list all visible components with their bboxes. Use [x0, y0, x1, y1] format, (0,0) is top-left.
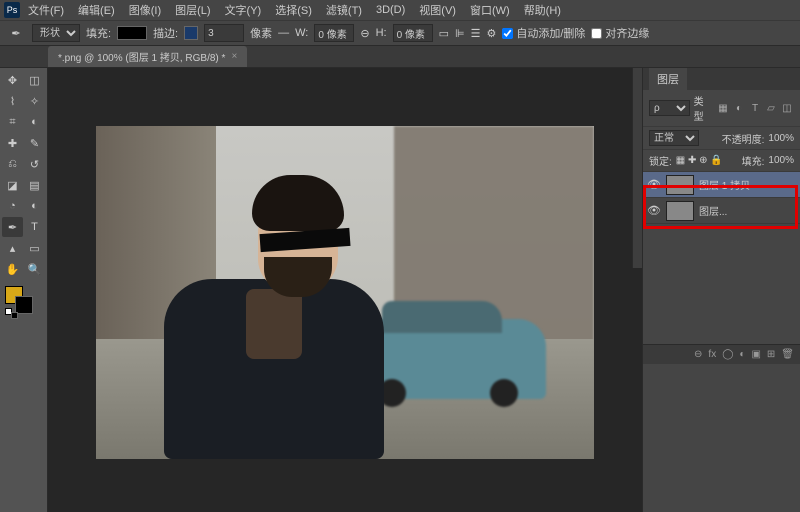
- stroke-swatch[interactable]: [184, 26, 198, 40]
- gradient-tool[interactable]: ▤: [24, 175, 45, 195]
- layers-panel-tabs: 图层: [643, 68, 800, 90]
- menu-3d[interactable]: 3D(D): [370, 2, 411, 18]
- menu-filter[interactable]: 滤镜(T): [320, 0, 368, 20]
- menu-image[interactable]: 图像(I): [123, 0, 167, 20]
- fill-label: 填充:: [86, 25, 111, 41]
- color-swatches[interactable]: [2, 284, 45, 318]
- layer-filter-row: ρ 类型 ▦ ◐ T ▱ ◫: [643, 90, 800, 127]
- path-select-tool[interactable]: ▴: [2, 238, 23, 258]
- type-tool[interactable]: T: [24, 217, 45, 237]
- menu-type[interactable]: 文字(Y): [219, 0, 268, 20]
- clone-stamp-tool[interactable]: ⎌: [2, 154, 23, 174]
- blur-tool[interactable]: ◔: [2, 196, 23, 216]
- close-tab-icon[interactable]: ×: [231, 51, 237, 62]
- fill-value[interactable]: 100%: [768, 155, 794, 166]
- lasso-tool[interactable]: ⌇: [2, 91, 23, 111]
- workspace: ✥ ◫ ⌇ ✧ ⌗ ◐ ✚ ✎ ⎌ ↺ ◪ ▤ ◔ ◐ ✒ T ▴ ▭ ✋ 🔍: [0, 68, 800, 512]
- move-tool[interactable]: ✥: [2, 70, 23, 90]
- stroke-unit: 像素: [250, 25, 272, 41]
- right-dock: 图层 ρ 类型 ▦ ◐ T ▱ ◫ 正常 不透明度: 100% 锁定: ▦ ✚ …: [642, 68, 800, 512]
- document-tab-title: *.png @ 100% (图层 1 拷贝, RGB/8) *: [58, 49, 225, 64]
- toolbox: ✥ ◫ ⌇ ✧ ⌗ ◐ ✚ ✎ ⎌ ↺ ◪ ▤ ◔ ◐ ✒ T ▴ ▭ ✋ 🔍: [0, 68, 48, 512]
- collapsed-panel-strip[interactable]: [632, 68, 642, 268]
- stroke-label: 描边:: [153, 25, 178, 41]
- hand-tool[interactable]: ✋: [2, 259, 23, 279]
- layers-tab[interactable]: 图层: [649, 68, 687, 90]
- layer-kind-label: 类型: [694, 93, 712, 123]
- canvas-area[interactable]: [48, 68, 642, 512]
- default-colors-icon-2: [11, 312, 18, 319]
- lock-label: 锁定:: [649, 153, 672, 168]
- menu-view[interactable]: 视图(V): [413, 0, 462, 20]
- eyedropper-tool[interactable]: ◐: [24, 112, 45, 132]
- new-layer-icon[interactable]: ⊞: [767, 349, 775, 360]
- lock-icons[interactable]: ▦ ✚ ⊕ 🔒: [676, 155, 723, 166]
- stroke-width-input[interactable]: [204, 24, 244, 42]
- filter-shape-icon[interactable]: ▱: [764, 101, 778, 115]
- eraser-tool[interactable]: ◪: [2, 175, 23, 195]
- w-label: W:: [295, 27, 308, 39]
- auto-add-delete-input[interactable]: [502, 28, 513, 39]
- filter-type-icon[interactable]: T: [748, 101, 762, 115]
- link-wh-icon[interactable]: ⊖: [360, 27, 369, 40]
- options-bar: ✒ 形状 填充: 描边: 像素 — W: ⊖ H: ▭ ⊫ ☰ ⚙ 自动添加/删…: [0, 20, 800, 46]
- fill-swatch[interactable]: [117, 26, 147, 40]
- healing-brush-tool[interactable]: ✚: [2, 133, 23, 153]
- filter-adjust-icon[interactable]: ◐: [732, 101, 746, 115]
- align-edges-label: 对齐边缘: [605, 25, 649, 41]
- auto-add-delete-checkbox[interactable]: 自动添加/删除: [502, 25, 585, 41]
- opacity-label: 不透明度:: [722, 131, 765, 146]
- menu-layer[interactable]: 图层(L): [169, 0, 216, 20]
- zoom-tool[interactable]: 🔍: [24, 259, 45, 279]
- crop-tool[interactable]: ⌗: [2, 112, 23, 132]
- align-edges-checkbox[interactable]: 对齐边缘: [591, 25, 649, 41]
- opacity-value[interactable]: 100%: [768, 133, 794, 144]
- path-ops-icon[interactable]: ▭: [439, 27, 449, 40]
- brush-tool[interactable]: ✎: [24, 133, 45, 153]
- lock-fill-row: 锁定: ▦ ✚ ⊕ 🔒 填充: 100%: [643, 150, 800, 172]
- filter-smart-icon[interactable]: ◫: [780, 101, 794, 115]
- annotation-highlight-box: [643, 185, 798, 229]
- shape-tool[interactable]: ▭: [24, 238, 45, 258]
- group-icon[interactable]: ▣: [751, 349, 760, 360]
- delete-layer-icon[interactable]: 🗑: [781, 349, 794, 360]
- tool-mode-select[interactable]: 形状: [32, 24, 80, 42]
- gear-icon[interactable]: ⚙: [486, 27, 496, 40]
- width-input[interactable]: [314, 24, 354, 42]
- fill-label: 填充:: [742, 153, 765, 168]
- fx-icon[interactable]: fx: [708, 349, 716, 360]
- history-brush-tool[interactable]: ↺: [24, 154, 45, 174]
- height-input[interactable]: [393, 24, 433, 42]
- path-arrange-icon[interactable]: ☰: [471, 27, 481, 40]
- mask-icon[interactable]: ◯: [722, 349, 733, 360]
- document-tab[interactable]: *.png @ 100% (图层 1 拷贝, RGB/8) * ×: [48, 46, 247, 67]
- menu-file[interactable]: 文件(F): [22, 0, 70, 20]
- h-label: H:: [376, 27, 387, 39]
- dodge-tool[interactable]: ◐: [24, 196, 45, 216]
- align-edges-input[interactable]: [591, 28, 602, 39]
- blend-mode-select[interactable]: 正常: [649, 130, 699, 146]
- blend-opacity-row: 正常 不透明度: 100%: [643, 127, 800, 150]
- magic-wand-tool[interactable]: ✧: [24, 91, 45, 111]
- menu-edit[interactable]: 编辑(E): [72, 0, 121, 20]
- document-tab-bar: *.png @ 100% (图层 1 拷贝, RGB/8) * ×: [0, 46, 800, 68]
- filter-pixel-icon[interactable]: ▦: [716, 101, 730, 115]
- canvas-image[interactable]: [96, 126, 594, 459]
- menu-bar: Ps 文件(F) 编辑(E) 图像(I) 图层(L) 文字(Y) 选择(S) 滤…: [0, 0, 800, 20]
- marquee-tool[interactable]: ◫: [24, 70, 45, 90]
- layer-kind-select[interactable]: ρ: [649, 100, 690, 116]
- layers-panel-footer: ⊖ fx ◯ ◐ ▣ ⊞ 🗑: [643, 344, 800, 364]
- menu-help[interactable]: 帮助(H): [518, 0, 567, 20]
- link-layers-icon[interactable]: ⊖: [694, 349, 702, 360]
- pen-tool[interactable]: ✒: [2, 217, 23, 237]
- adjustment-icon[interactable]: ◐: [739, 349, 745, 360]
- path-align-icon[interactable]: ⊫: [455, 27, 465, 40]
- auto-add-delete-label: 自动添加/删除: [516, 25, 585, 41]
- app-logo: Ps: [4, 2, 20, 18]
- menu-select[interactable]: 选择(S): [269, 0, 318, 20]
- stroke-style-dash[interactable]: —: [278, 27, 289, 39]
- menu-window[interactable]: 窗口(W): [464, 0, 516, 20]
- pen-tool-icon: ✒: [6, 23, 26, 43]
